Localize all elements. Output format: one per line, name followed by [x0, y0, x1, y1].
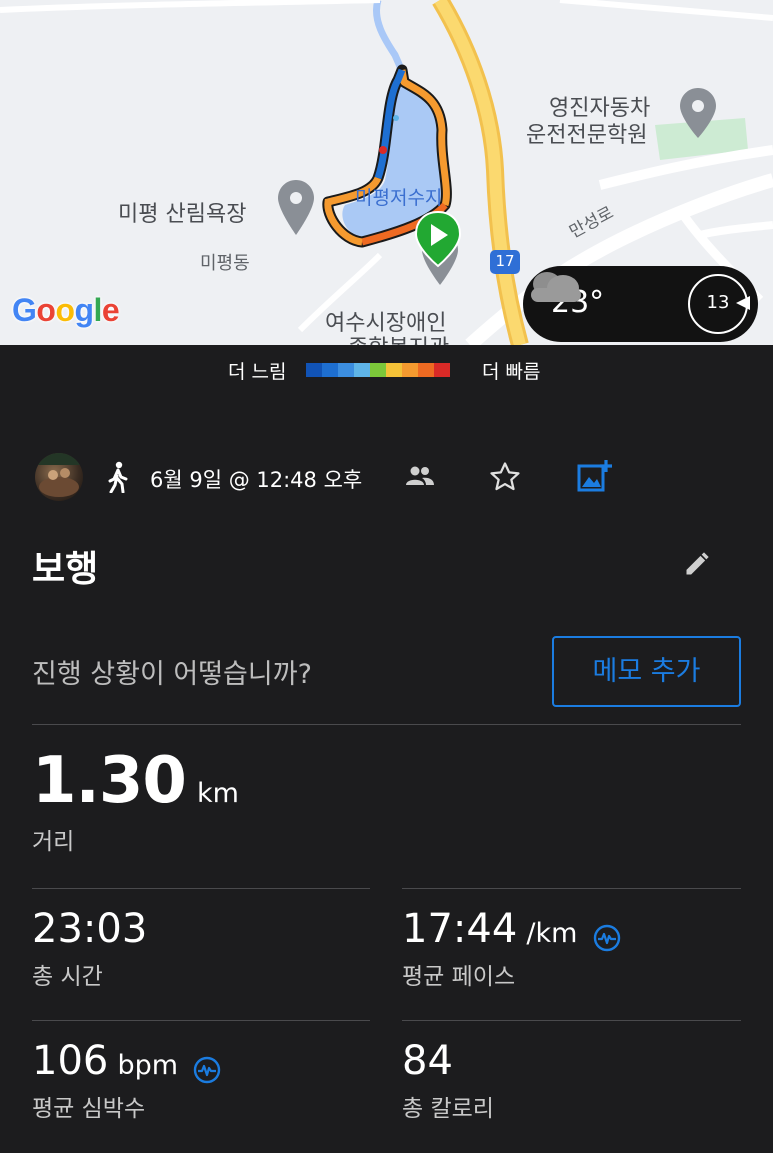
avg-pace-unit: /km: [526, 918, 578, 949]
pin-beach[interactable]: [278, 180, 314, 235]
label-welfare-2: 종합복지관: [348, 330, 449, 345]
divider-right-2: [402, 1020, 741, 1021]
avg-pace-label: 평균 페이스: [402, 964, 516, 990]
label-driving-school-2: 운전전문학원: [526, 123, 648, 148]
calories-value: 84: [402, 1038, 453, 1084]
add-memo-button[interactable]: 메모 추가: [552, 636, 741, 707]
legend-slow-label: 더 느림: [228, 361, 287, 383]
progress-question: 진행 상황이 어떻습니까?: [32, 659, 312, 690]
road-white-5: [0, 0, 381, 13]
stream: [373, 0, 406, 74]
label-dong: 미평동: [200, 253, 250, 274]
wind-direction-icon: [736, 296, 750, 310]
avg-pace-value-row: 17:44 /km: [402, 906, 621, 952]
activity-info-row: 6월 9일 @ 12:48 오후: [0, 450, 773, 506]
avg-hr-label: 평균 심박수: [32, 1096, 146, 1122]
wind-indicator: 13: [688, 274, 750, 334]
pulse-icon[interactable]: [193, 1056, 221, 1084]
distance-unit: km: [197, 778, 239, 809]
divider-right-1: [402, 888, 741, 889]
star-icon[interactable]: [488, 460, 522, 494]
speed-legend: 더 느림 더 빠름: [0, 355, 773, 385]
people-icon[interactable]: [406, 465, 434, 487]
divider-left-2: [32, 1020, 370, 1021]
avg-hr-unit: bpm: [117, 1050, 179, 1081]
avatar[interactable]: [35, 453, 83, 501]
avg-hr-value: 106: [32, 1038, 109, 1084]
legend-color-bar: [306, 363, 450, 377]
distance-label: 거리: [32, 829, 75, 855]
google-logo: Google: [12, 292, 120, 328]
weather-widget[interactable]: 23° 13: [523, 266, 758, 342]
label-reservoir: 미평저수지: [355, 187, 443, 209]
label-beach: 미평 산림욕장: [118, 202, 247, 227]
cloud-icon: [531, 272, 581, 302]
add-photo-icon[interactable]: [577, 458, 613, 494]
activity-date: 6월 9일 @ 12:48 오후: [150, 468, 363, 492]
calories-value-row: 84: [402, 1038, 453, 1084]
total-time-label: 총 시간: [32, 964, 103, 990]
avg-pace-value: 17:44: [402, 906, 518, 952]
divider-top: [32, 724, 741, 725]
road-white-6: [559, 0, 773, 21]
walk-icon: [108, 461, 128, 493]
distance-value: 1.30: [32, 744, 187, 818]
activity-title: 보행: [32, 549, 99, 590]
route-number: 17: [495, 252, 515, 270]
avg-hr-value-row: 106 bpm: [32, 1038, 221, 1084]
edit-pencil-icon[interactable]: [683, 550, 711, 578]
total-time-value: 23:03: [32, 906, 148, 952]
pulse-icon[interactable]: [593, 924, 621, 952]
legend-fast-label: 더 빠름: [482, 361, 541, 383]
divider-left-1: [32, 888, 370, 889]
route-map[interactable]: 영진자동차 운전전문학원 미평 산림욕장 미평저수지 미평동 만성로 17 여수…: [0, 0, 773, 345]
distance-value-row: 1.30 km: [32, 744, 239, 818]
calories-label: 총 칼로리: [402, 1096, 494, 1122]
total-time-value-row: 23:03: [32, 906, 147, 952]
road-white-4: [699, 221, 773, 239]
